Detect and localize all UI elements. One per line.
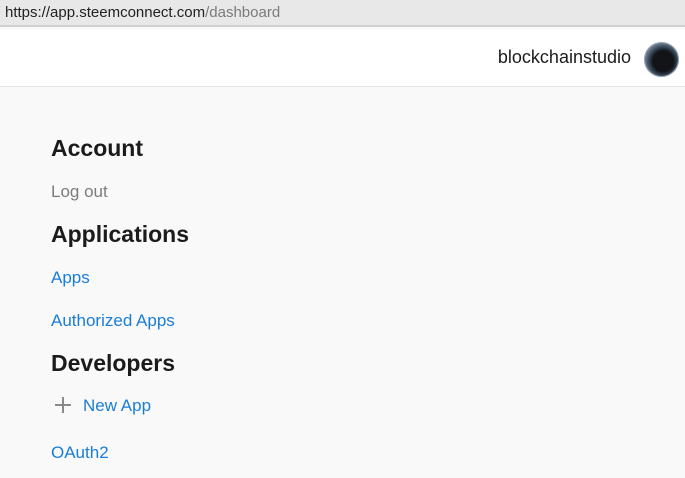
applications-heading: Applications (51, 221, 190, 247)
authorized-apps-link[interactable]: Authorized Apps (51, 311, 175, 331)
username-link[interactable]: blockchainstudio (498, 47, 631, 68)
new-app-label: New App (83, 396, 152, 415)
account-heading: Account (51, 135, 143, 161)
url-text[interactable]: https://app.steemconnect.com/dashboard (5, 4, 280, 21)
plus-icon (55, 397, 71, 413)
avatar[interactable] (644, 42, 679, 77)
new-app-link[interactable]: New App (55, 396, 151, 416)
logout-link[interactable]: Log out (51, 182, 108, 202)
url-host: https://app.steemconnect.com (5, 4, 206, 21)
oauth2-link[interactable]: OAuth2 (51, 443, 109, 463)
developers-heading: Developers (51, 350, 176, 376)
top-navigation-bar: blockchainstudio (0, 30, 685, 87)
apps-link[interactable]: Apps (51, 268, 90, 288)
browser-address-bar[interactable]: https://app.steemconnect.com/dashboard (0, 0, 685, 27)
url-path: /dashboard (205, 4, 281, 21)
